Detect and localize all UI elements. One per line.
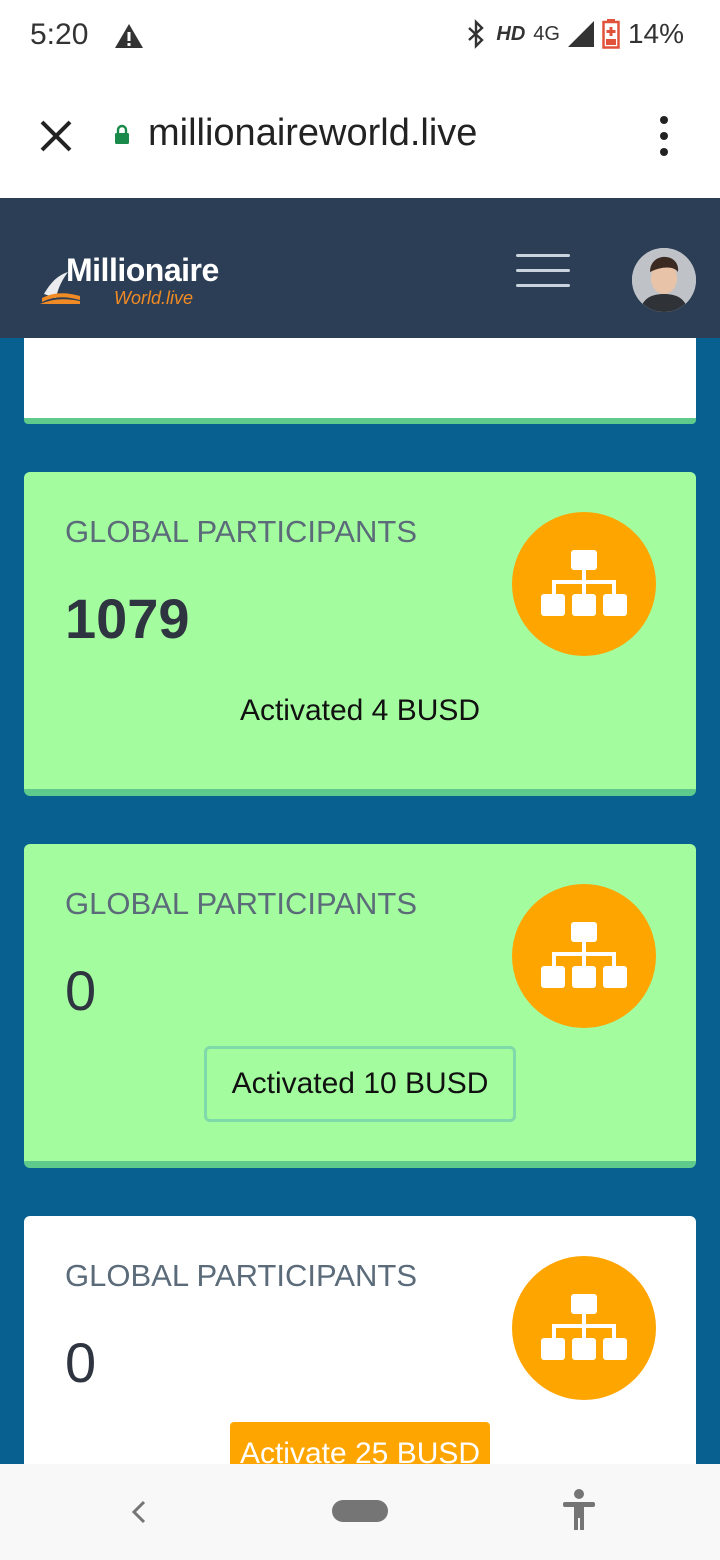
battery-percent: 14% bbox=[627, 18, 684, 49]
accessibility-icon[interactable] bbox=[560, 1488, 598, 1532]
participants-card-3: GLOBAL PARTICIPANTS 0 Activate 25 BUSD bbox=[24, 1216, 696, 1464]
hierarchy-icon bbox=[541, 922, 627, 988]
logo-sub-text: World.live bbox=[114, 288, 194, 308]
card-value: 0 bbox=[65, 1331, 97, 1394]
activated-10-busd-button[interactable]: Activated 10 BUSD bbox=[204, 1046, 516, 1122]
status-time: 5:20 bbox=[30, 18, 89, 51]
network-label: 4G bbox=[533, 22, 560, 45]
status-bar: 5:20 HD 4G 14% bbox=[0, 0, 720, 72]
home-pill[interactable] bbox=[332, 1500, 388, 1522]
status-indicators: HD 4G 14% bbox=[464, 18, 684, 50]
card-status-text: Activated 4 BUSD bbox=[239, 694, 481, 727]
participants-card-2: GLOBAL PARTICIPANTS 0 Activated 10 BUSD bbox=[24, 844, 696, 1168]
card-title: GLOBAL PARTICIPANTS bbox=[65, 1258, 418, 1293]
card-value: 0 bbox=[65, 959, 97, 1022]
bluetooth-icon bbox=[468, 19, 485, 49]
card-icon-circle bbox=[512, 512, 656, 656]
battery-icon bbox=[602, 19, 620, 49]
hierarchy-icon bbox=[541, 550, 627, 616]
system-nav-bar bbox=[0, 1464, 720, 1560]
avatar[interactable] bbox=[632, 248, 696, 312]
card-icon-circle bbox=[512, 884, 656, 1028]
card-title: GLOBAL PARTICIPANTS bbox=[65, 514, 418, 549]
warning-icon bbox=[115, 24, 143, 48]
url-text[interactable]: millionaireworld.live bbox=[148, 112, 477, 155]
more-vert-icon[interactable] bbox=[650, 114, 678, 158]
activate-25-busd-button[interactable]: Activate 25 BUSD bbox=[230, 1422, 490, 1464]
site-header: Millionaire World.live bbox=[0, 198, 720, 338]
signal-icon bbox=[567, 21, 594, 47]
main-content: GLOBAL PARTICIPANTS 1079 Activated 4 BUS… bbox=[0, 338, 720, 1464]
hamburger-icon[interactable] bbox=[516, 254, 570, 290]
avatar-icon bbox=[632, 248, 696, 312]
site-logo[interactable]: Millionaire World.live bbox=[40, 252, 240, 314]
close-icon[interactable] bbox=[36, 116, 76, 156]
logo-main-text: Millionaire bbox=[66, 252, 219, 288]
browser-toolbar: millionaireworld.live bbox=[0, 72, 720, 198]
hierarchy-icon bbox=[541, 1294, 627, 1360]
card-title: GLOBAL PARTICIPANTS bbox=[65, 886, 418, 921]
participants-card-1: GLOBAL PARTICIPANTS 1079 Activated 4 BUS… bbox=[24, 472, 696, 796]
card-value: 1079 bbox=[65, 587, 190, 650]
hd-label: HD bbox=[496, 22, 526, 45]
lock-icon bbox=[115, 124, 129, 144]
card-icon-circle bbox=[512, 1256, 656, 1400]
back-icon[interactable] bbox=[124, 1492, 154, 1532]
top-card-partial bbox=[24, 338, 696, 424]
